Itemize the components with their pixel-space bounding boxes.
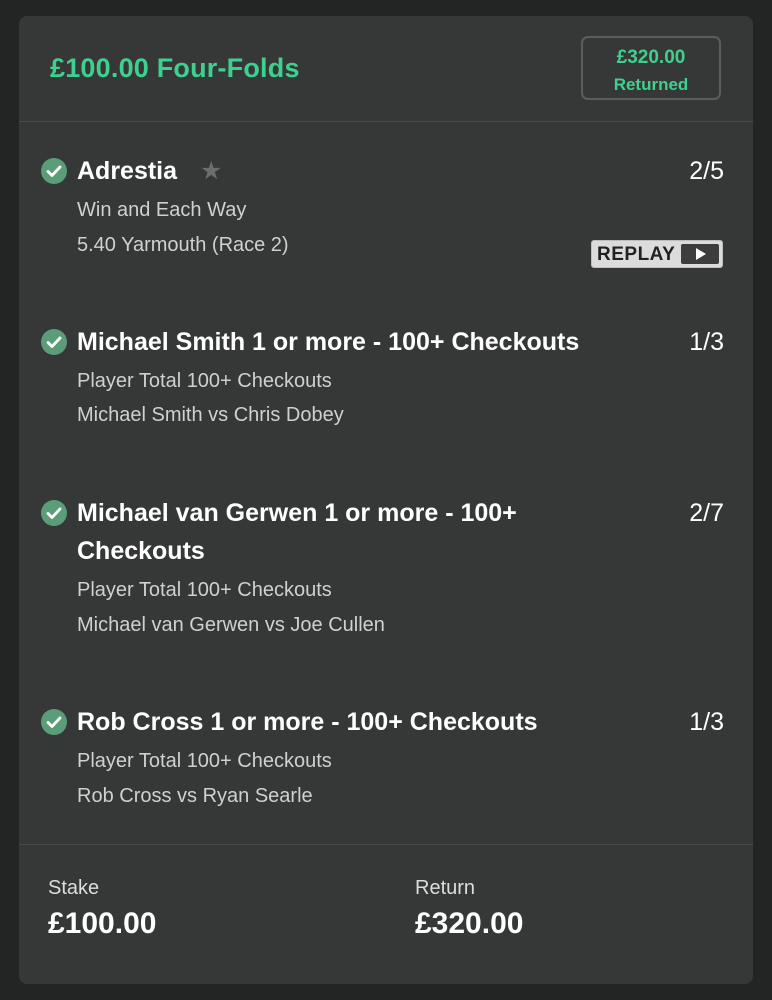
selection-market: Win and Each Way <box>77 199 247 221</box>
selection-odds: 2/5 <box>689 157 724 185</box>
play-icon <box>681 244 719 264</box>
return-label: Return <box>415 877 476 899</box>
selection-name: Rob Cross 1 or more - 100+ Checkouts <box>77 708 538 736</box>
selection-odds: 2/7 <box>689 499 724 527</box>
bet-card: £100.00 Four-Folds £320.00 Returned Adre… <box>19 16 753 984</box>
selection-market: Player Total 100+ Checkouts <box>77 370 332 392</box>
replay-button[interactable]: REPLAY <box>591 240 723 268</box>
selection-name: Michael Smith 1 or more - 100+ Checkouts <box>77 328 580 356</box>
bet-summary: Stake £100.00 Return £320.00 <box>19 844 753 984</box>
returned-amount: £320.00 <box>616 47 686 68</box>
replay-label: REPLAY <box>597 244 676 265</box>
stake-label: Stake <box>48 877 100 899</box>
check-circle-icon <box>41 158 67 184</box>
check-circle-icon <box>41 709 67 735</box>
selection-market: Player Total 100+ Checkouts <box>77 750 332 772</box>
selection-odds: 1/3 <box>689 328 724 356</box>
bet-title: £100.00 Four-Folds <box>50 53 300 83</box>
bet-header: £100.00 Four-Folds £320.00 Returned <box>19 16 753 122</box>
selection-name: Adrestia <box>77 157 178 185</box>
returned-label: Returned <box>613 75 689 94</box>
favourite-star-icon[interactable]: ★ <box>200 159 222 184</box>
stake-value: £100.00 <box>48 907 157 940</box>
selection-event: 5.40 Yarmouth (Race 2) <box>77 234 289 256</box>
selection-market: Player Total 100+ Checkouts <box>77 579 332 601</box>
returned-badge: £320.00 Returned <box>581 36 721 100</box>
selection-name: Michael van Gerwen 1 or more - 100+ Chec… <box>77 499 517 565</box>
selection-event: Rob Cross vs Ryan Searle <box>77 785 313 807</box>
check-circle-icon <box>41 329 67 355</box>
check-circle-icon <box>41 500 67 526</box>
selection-event: Michael van Gerwen vs Joe Cullen <box>77 614 385 636</box>
selection-odds: 1/3 <box>689 708 724 736</box>
selection-event: Michael Smith vs Chris Dobey <box>77 404 344 426</box>
return-value: £320.00 <box>415 907 524 940</box>
